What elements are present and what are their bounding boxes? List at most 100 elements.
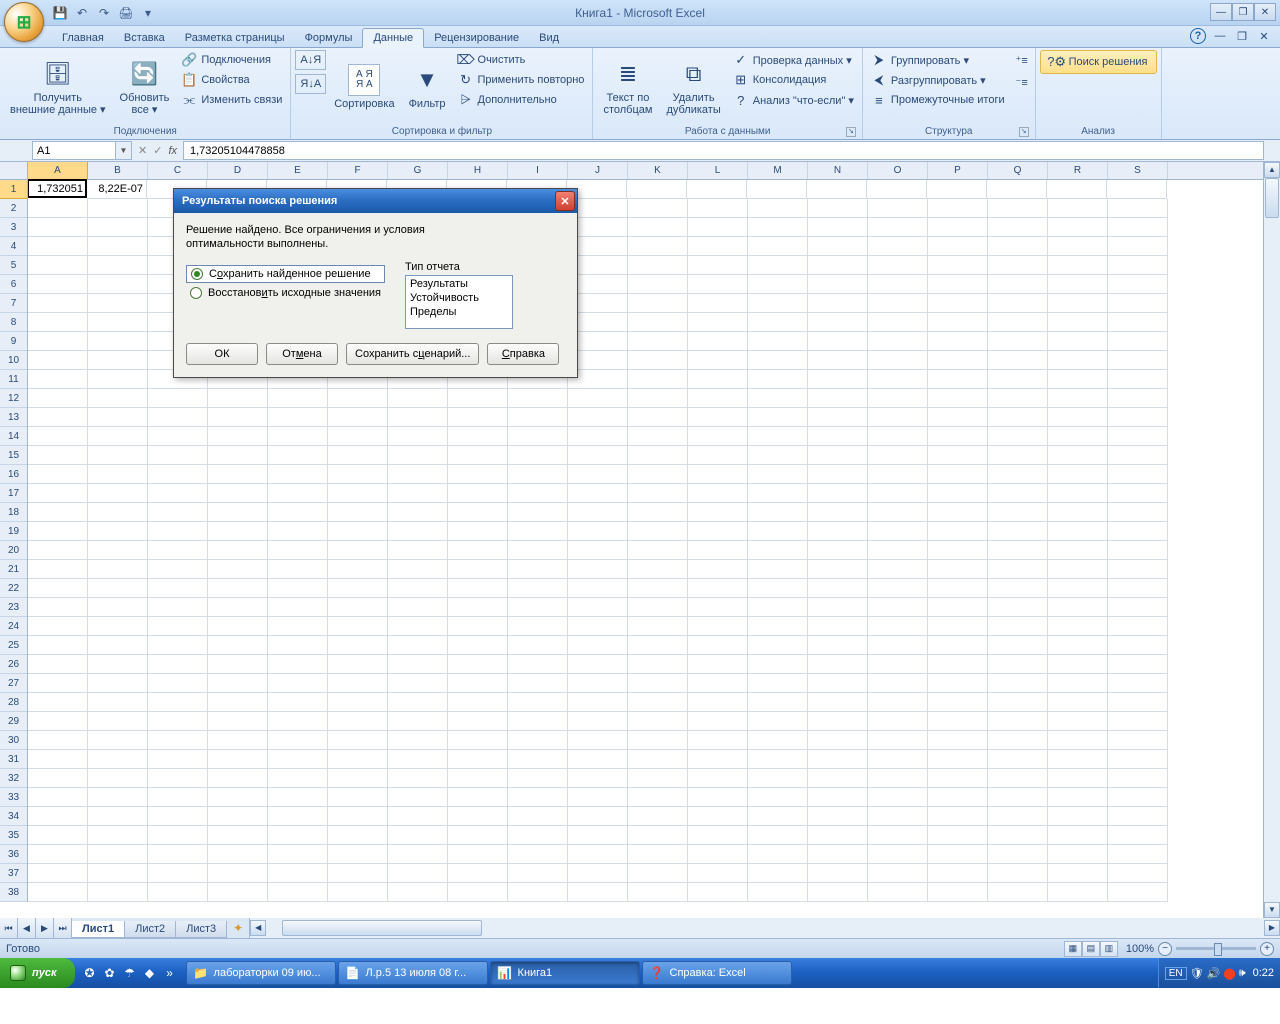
cell[interactable] [1048, 218, 1108, 237]
cell[interactable] [28, 427, 88, 446]
cell[interactable] [568, 826, 628, 845]
cell[interactable] [868, 788, 928, 807]
cell[interactable] [448, 560, 508, 579]
cell[interactable] [148, 693, 208, 712]
cell[interactable] [928, 199, 988, 218]
row-header[interactable]: 23 [0, 598, 27, 617]
hscroll-thumb[interactable] [282, 920, 482, 936]
cell[interactable] [928, 674, 988, 693]
cell[interactable] [568, 750, 628, 769]
cell[interactable] [868, 579, 928, 598]
cell[interactable] [88, 845, 148, 864]
cell[interactable] [928, 826, 988, 845]
cell[interactable] [388, 807, 448, 826]
column-header[interactable]: H [448, 162, 508, 179]
cell[interactable] [688, 408, 748, 427]
cell[interactable] [148, 826, 208, 845]
cell[interactable] [28, 598, 88, 617]
cell[interactable] [1108, 712, 1168, 731]
cell[interactable] [268, 541, 328, 560]
cell[interactable] [928, 769, 988, 788]
cell[interactable] [928, 731, 988, 750]
cell[interactable] [988, 313, 1048, 332]
cell[interactable] [808, 503, 868, 522]
cell[interactable] [148, 446, 208, 465]
cell[interactable] [448, 788, 508, 807]
cell[interactable] [688, 199, 748, 218]
save-scenario-button[interactable]: Сохранить сценарий... [346, 343, 479, 365]
cell[interactable] [928, 446, 988, 465]
cell[interactable] [868, 655, 928, 674]
cell[interactable] [508, 560, 568, 579]
cell[interactable] [268, 731, 328, 750]
cell[interactable] [687, 180, 747, 199]
cell[interactable] [868, 313, 928, 332]
hide-detail-button[interactable]: ⁻≡ [1013, 72, 1031, 92]
cell[interactable] [88, 655, 148, 674]
cell[interactable] [1048, 256, 1108, 275]
cell[interactable] [628, 484, 688, 503]
page-break-button[interactable]: ▥ [1100, 941, 1118, 957]
cell[interactable] [628, 256, 688, 275]
cell[interactable] [568, 636, 628, 655]
cell[interactable] [928, 332, 988, 351]
cell[interactable] [268, 598, 328, 617]
cell[interactable] [808, 826, 868, 845]
cell[interactable] [388, 845, 448, 864]
cell[interactable] [88, 218, 148, 237]
cell[interactable] [448, 864, 508, 883]
cell[interactable] [688, 579, 748, 598]
cell[interactable] [508, 617, 568, 636]
cell[interactable] [148, 674, 208, 693]
cell[interactable] [628, 370, 688, 389]
page-layout-button[interactable]: ▤ [1082, 941, 1100, 957]
cell[interactable] [208, 579, 268, 598]
cell[interactable] [748, 655, 808, 674]
cell[interactable] [28, 275, 88, 294]
cell[interactable] [1048, 693, 1108, 712]
cell[interactable] [388, 522, 448, 541]
row-header[interactable]: 32 [0, 769, 27, 788]
column-header[interactable]: L [688, 162, 748, 179]
cell[interactable] [1048, 883, 1108, 902]
cell[interactable] [28, 256, 88, 275]
cell[interactable] [148, 731, 208, 750]
cell[interactable] [688, 636, 748, 655]
row-header[interactable]: 33 [0, 788, 27, 807]
cell[interactable] [868, 294, 928, 313]
cell[interactable] [688, 617, 748, 636]
filter-button[interactable]: ▼ Фильтр [403, 50, 452, 124]
cell[interactable] [988, 465, 1048, 484]
cell[interactable] [268, 484, 328, 503]
cell[interactable] [928, 256, 988, 275]
cell[interactable] [1047, 180, 1107, 199]
cell[interactable] [1108, 864, 1168, 883]
restore-values-radio[interactable]: Восстановить исходные значения [186, 285, 385, 301]
cell[interactable] [868, 351, 928, 370]
cell[interactable] [448, 712, 508, 731]
cell[interactable] [808, 864, 868, 883]
show-detail-button[interactable]: ⁺≡ [1013, 50, 1031, 70]
cell[interactable] [208, 408, 268, 427]
row-header[interactable]: 16 [0, 465, 27, 484]
reapply-filter-button[interactable]: ↻Применить повторно [454, 70, 589, 90]
cell[interactable] [568, 465, 628, 484]
sort-desc-button[interactable]: Я↓А [295, 74, 326, 94]
cell[interactable] [808, 883, 868, 902]
redo-icon[interactable]: ↷ [96, 5, 112, 21]
cell[interactable] [928, 465, 988, 484]
cell[interactable] [928, 541, 988, 560]
cell[interactable] [268, 389, 328, 408]
cell[interactable] [1048, 769, 1108, 788]
cell[interactable] [1048, 655, 1108, 674]
cell[interactable] [868, 427, 928, 446]
tray-icon[interactable]: ⬤ [1223, 967, 1235, 980]
cell[interactable] [1108, 598, 1168, 617]
row-header[interactable]: 18 [0, 503, 27, 522]
cell[interactable] [868, 503, 928, 522]
row-header[interactable]: 4 [0, 237, 27, 256]
cell[interactable] [868, 693, 928, 712]
cell[interactable] [568, 864, 628, 883]
cell[interactable] [928, 788, 988, 807]
cell[interactable] [868, 332, 928, 351]
